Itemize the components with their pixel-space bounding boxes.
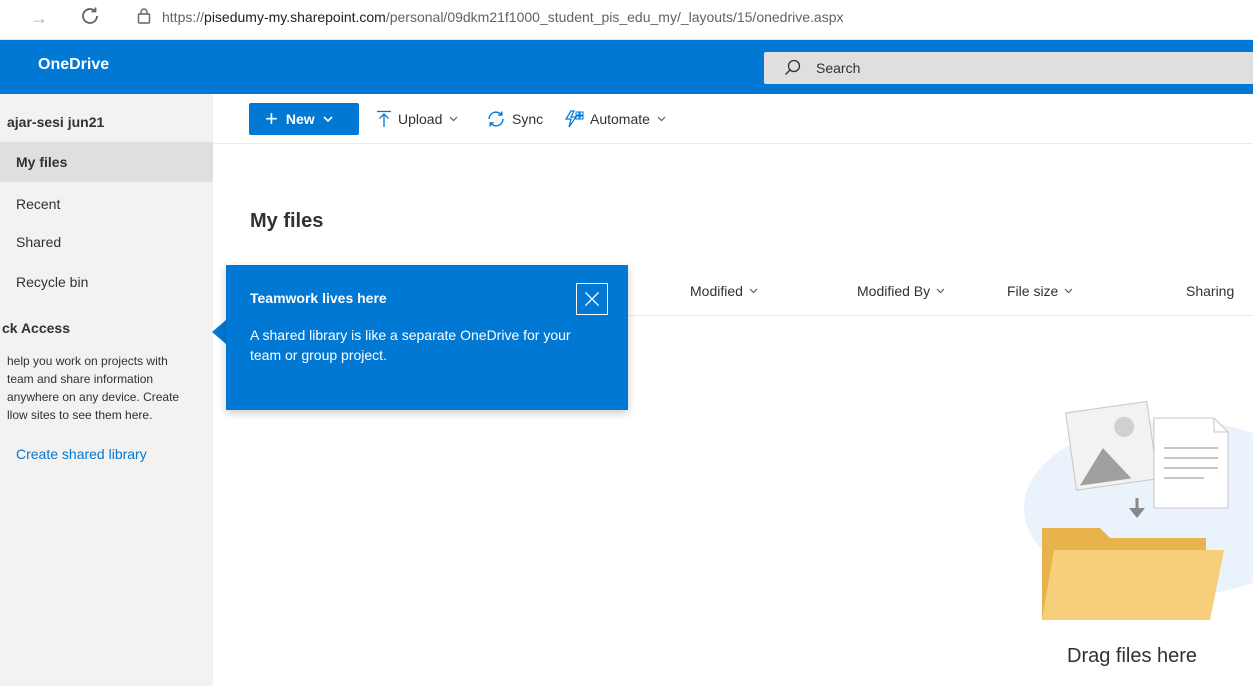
quick-access-heading: ck Access <box>2 320 70 336</box>
user-name: ajar-sesi jun21 <box>7 114 105 130</box>
sync-label: Sync <box>512 111 544 127</box>
lock-icon <box>137 8 151 24</box>
close-icon[interactable] <box>576 283 608 315</box>
sidebar-item-my-files[interactable]: My files <box>0 142 213 182</box>
chevron-down-icon <box>1064 288 1073 294</box>
teaching-callout: Teamwork lives here A shared library is … <box>226 265 628 410</box>
app-name[interactable]: OneDrive <box>38 56 109 74</box>
quick-access-line: team and share information <box>7 372 154 386</box>
column-header-divider <box>628 315 1253 316</box>
column-header-label: Modified By <box>857 283 931 299</box>
chevron-down-icon <box>449 116 458 122</box>
plus-icon: + <box>265 106 278 131</box>
upload-icon <box>377 110 391 127</box>
automate-button[interactable]: Automate <box>564 103 672 135</box>
search-input[interactable]: Search <box>816 60 860 76</box>
search-icon <box>785 59 801 75</box>
sync-button[interactable]: Sync <box>486 103 543 135</box>
column-header-label: Sharing <box>1186 283 1235 299</box>
upload-button[interactable]: Upload <box>376 103 464 135</box>
column-header-sharing[interactable]: Sharing <box>1186 283 1234 299</box>
url-text[interactable]: https://pisedumy-my.sharepoint.com/perso… <box>162 9 844 25</box>
chevron-down-icon <box>323 116 333 123</box>
callout-beak <box>212 320 226 344</box>
quick-access-line: llow sites to see them here. <box>7 408 153 422</box>
document-card <box>1153 417 1229 509</box>
new-button-label: New <box>285 111 315 127</box>
url-scheme: https:// <box>162 9 205 25</box>
quick-access-description: help you work on projects with team and … <box>7 352 207 424</box>
sidebar-item-recycle-bin[interactable]: Recycle bin <box>0 262 213 302</box>
forward-arrow-icon[interactable]: → <box>30 8 48 29</box>
callout-body: A shared library is like a separate OneD… <box>250 327 571 363</box>
column-header-modified[interactable]: Modified <box>690 283 758 299</box>
sync-icon <box>488 111 504 127</box>
automate-icon <box>564 110 584 128</box>
automate-label: Automate <box>590 111 650 127</box>
column-header-file-size[interactable]: File size <box>1007 283 1073 299</box>
url-host: pisedumy-my.sharepoint.com <box>204 9 386 25</box>
sidebar-item-shared[interactable]: Shared <box>0 222 213 262</box>
app-header: OneDrive Search <box>0 40 1253 94</box>
sidebar-item-recent[interactable]: Recent <box>0 184 213 224</box>
browser-address-bar: → https://pisedumy-my.sharepoint.com/per… <box>0 0 1253 40</box>
url-path: /personal/09dkm21f1000_student_pis_edu_m… <box>385 9 844 25</box>
new-button[interactable]: + New <box>249 103 359 135</box>
column-header-modified-by[interactable]: Modified By <box>857 283 945 299</box>
column-header-label: Modified <box>690 283 743 299</box>
upload-label: Upload <box>398 111 443 127</box>
left-navigation: ajar-sesi jun21 My files Recent Shared R… <box>0 94 213 686</box>
command-bar: + New Upload Sync Automate <box>213 94 1253 144</box>
create-shared-library-link[interactable]: Create shared library <box>16 446 147 462</box>
search-box[interactable]: Search <box>764 52 1253 84</box>
chevron-down-icon <box>936 288 945 294</box>
empty-folder-illustration <box>1024 400 1253 620</box>
chevron-down-icon <box>657 116 666 122</box>
quick-access-line: help you work on projects with <box>7 354 168 368</box>
photo-card <box>1065 400 1159 491</box>
page-title: My files <box>250 210 324 232</box>
empty-state-text: Drag files here <box>1067 645 1198 667</box>
chevron-down-icon <box>749 288 758 294</box>
reload-icon[interactable] <box>78 4 102 28</box>
quick-access-line: anywhere on any device. Create <box>7 390 180 404</box>
column-header-label: File size <box>1007 283 1059 299</box>
callout-title: Teamwork lives here <box>250 290 387 306</box>
